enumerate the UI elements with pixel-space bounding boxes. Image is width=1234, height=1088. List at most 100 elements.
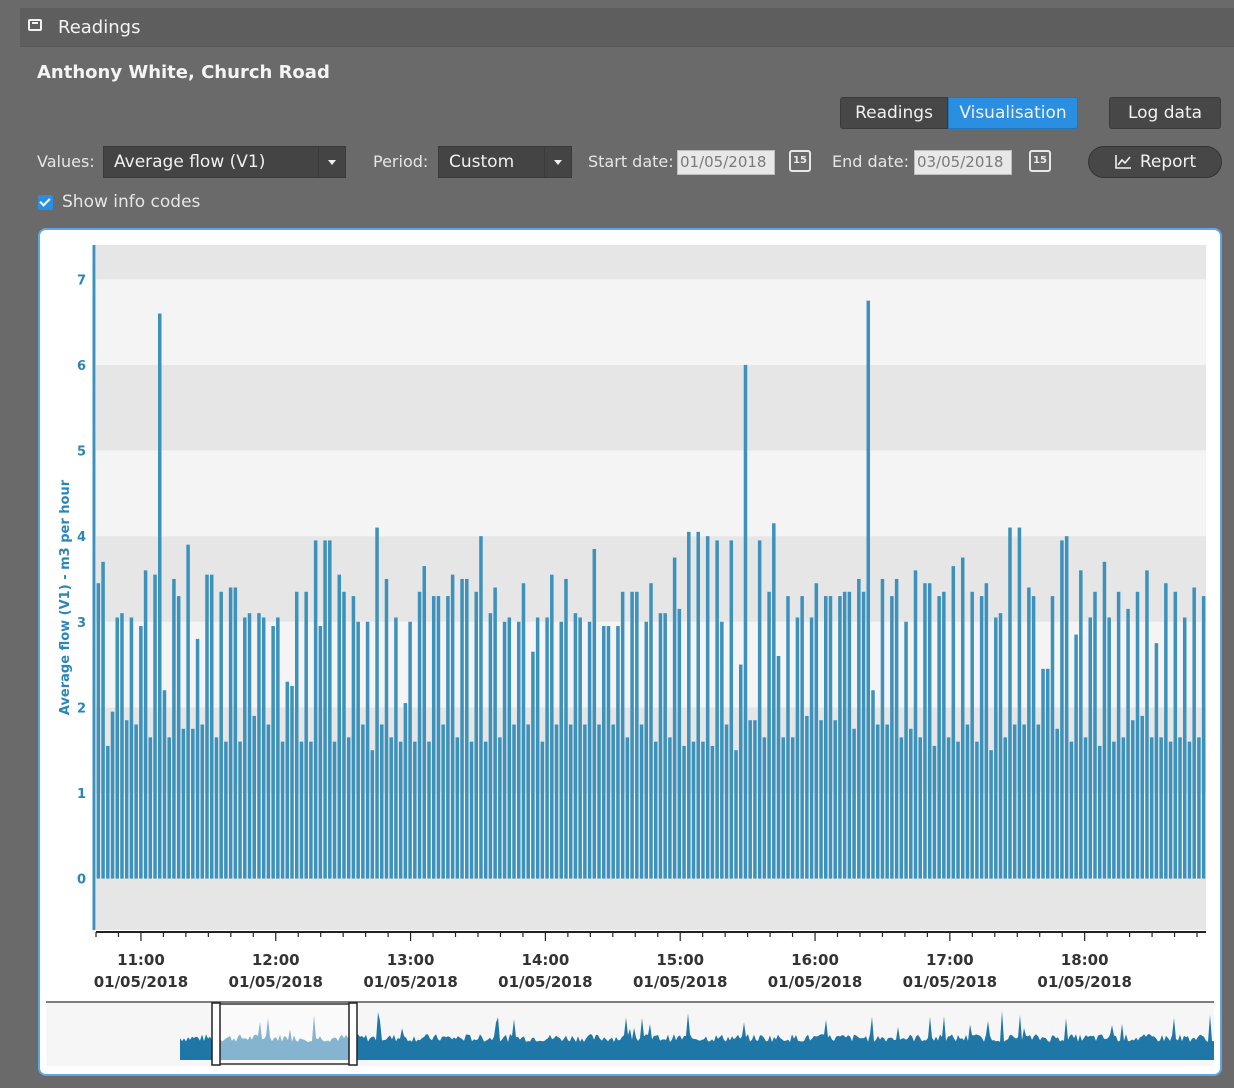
report-button[interactable]: Report — [1088, 146, 1222, 178]
chart-bar[interactable] — [1107, 617, 1111, 879]
chart-bar[interactable] — [460, 578, 464, 879]
chart-bar[interactable] — [129, 617, 134, 879]
chart-bar[interactable] — [465, 578, 469, 879]
chart-bar[interactable] — [1012, 724, 1017, 879]
chart-bar[interactable] — [290, 685, 294, 879]
chart-bar[interactable] — [120, 613, 124, 879]
chart-bar[interactable] — [238, 741, 242, 879]
chart-bar[interactable] — [342, 591, 346, 879]
chart-bar[interactable] — [583, 724, 587, 879]
chart-bar[interactable] — [427, 741, 431, 879]
chart-bar[interactable] — [960, 557, 965, 879]
chart-bar[interactable] — [1031, 596, 1036, 879]
chart-bar[interactable] — [1093, 591, 1097, 879]
chart-bar[interactable] — [568, 724, 573, 879]
chart-bar[interactable] — [663, 613, 667, 879]
chart-bar[interactable] — [328, 540, 332, 879]
chart-bar[interactable] — [148, 737, 153, 879]
chart-bar[interactable] — [351, 596, 356, 879]
chart-bar[interactable] — [847, 591, 852, 879]
chart-bar[interactable] — [616, 626, 620, 879]
chart-bar[interactable] — [257, 613, 261, 879]
chart-bar[interactable] — [861, 591, 866, 879]
chart-bar[interactable] — [1173, 591, 1178, 879]
chart-bar[interactable] — [644, 621, 649, 879]
chart-bar[interactable] — [819, 720, 823, 879]
chart-bar[interactable] — [1041, 668, 1045, 879]
chart-bar[interactable] — [394, 617, 398, 879]
chart-bar[interactable] — [1050, 596, 1055, 879]
chart-bar[interactable] — [923, 583, 927, 879]
chart-bar[interactable] — [261, 617, 266, 879]
chart-bar[interactable] — [526, 724, 530, 879]
chart-bar[interactable] — [1145, 570, 1149, 879]
chart-bar[interactable] — [280, 741, 285, 879]
chart-bar[interactable] — [668, 737, 672, 879]
chart-bar[interactable] — [380, 724, 384, 879]
chevron-down-icon[interactable] — [544, 147, 571, 177]
chart-bar[interactable] — [1135, 591, 1140, 879]
chart-bar[interactable] — [790, 737, 795, 879]
chart-bar[interactable] — [493, 587, 497, 879]
chart-bar[interactable] — [630, 591, 634, 879]
chart-bar[interactable] — [1112, 741, 1116, 879]
chart-bar[interactable] — [970, 591, 974, 879]
chart-bar[interactable] — [710, 745, 715, 879]
chart-bar[interactable] — [186, 544, 190, 879]
chart-bar[interactable] — [285, 681, 290, 879]
chart-bar[interactable] — [932, 745, 937, 879]
navigator-handle[interactable] — [348, 1002, 358, 1066]
chart-bar[interactable] — [535, 617, 540, 879]
chart-bar[interactable] — [734, 750, 738, 879]
chart-bar[interactable] — [857, 578, 861, 879]
chart-bar[interactable] — [927, 583, 932, 879]
chart-bar[interactable] — [748, 720, 752, 879]
chart-bar[interactable] — [578, 617, 582, 879]
chart-bar[interactable] — [370, 750, 375, 879]
flow-chart[interactable]: 0 1 2 3 4 5 6 7 Average flow (V1) - m3 per hour 1… — [40, 230, 1220, 1074]
chart-bar[interactable] — [597, 724, 601, 879]
chart-bar[interactable] — [1126, 608, 1130, 879]
chart-bar[interactable] — [625, 737, 630, 879]
chart-bar[interactable] — [587, 621, 592, 879]
chart-bar[interactable] — [800, 596, 804, 879]
chart-bar[interactable] — [554, 724, 559, 879]
chart-bar[interactable] — [559, 621, 564, 879]
chart-bar[interactable] — [124, 720, 129, 879]
chart-bar[interactable] — [276, 617, 280, 879]
chart-bar[interactable] — [488, 613, 493, 879]
chart-bar[interactable] — [677, 608, 682, 879]
show-info-codes-checkbox[interactable] — [38, 195, 53, 210]
chart-bar[interactable] — [658, 613, 663, 879]
chart-bar[interactable] — [1164, 583, 1168, 879]
chart-bar[interactable] — [172, 578, 176, 879]
chart-bar[interactable] — [729, 540, 734, 879]
chart-bar[interactable] — [691, 741, 696, 879]
chart-bar[interactable] — [573, 613, 578, 879]
chart-bar[interactable] — [106, 745, 110, 879]
chart-bar[interactable] — [1102, 561, 1107, 879]
calendar-icon[interactable]: 15 — [789, 150, 811, 172]
chart-bar[interactable] — [701, 741, 705, 879]
chart-bar[interactable] — [738, 664, 743, 879]
chart-bar[interactable] — [1159, 737, 1163, 879]
chart-bar[interactable] — [1027, 587, 1031, 879]
chart-bar[interactable] — [507, 617, 512, 879]
chart-bar[interactable] — [989, 750, 993, 879]
chart-bar[interactable] — [611, 724, 615, 879]
chart-bar[interactable] — [606, 626, 611, 879]
chart-bar[interactable] — [894, 578, 899, 879]
chart-bar[interactable] — [162, 690, 167, 879]
chart-bar[interactable] — [1003, 737, 1008, 879]
chart-bar[interactable] — [885, 724, 889, 879]
chart-bar[interactable] — [304, 591, 308, 879]
chart-bar[interactable] — [271, 626, 275, 879]
chart-bar[interactable] — [1201, 596, 1206, 879]
chart-bar[interactable] — [909, 728, 913, 879]
log-data-button[interactable]: Log data — [1109, 97, 1221, 129]
chart-bar[interactable] — [871, 690, 875, 879]
chart-bar[interactable] — [309, 741, 313, 879]
end-date-field[interactable]: 03/05/2018 — [914, 150, 1012, 175]
chart-bar[interactable] — [1017, 527, 1022, 879]
chart-bar[interactable] — [417, 591, 422, 879]
